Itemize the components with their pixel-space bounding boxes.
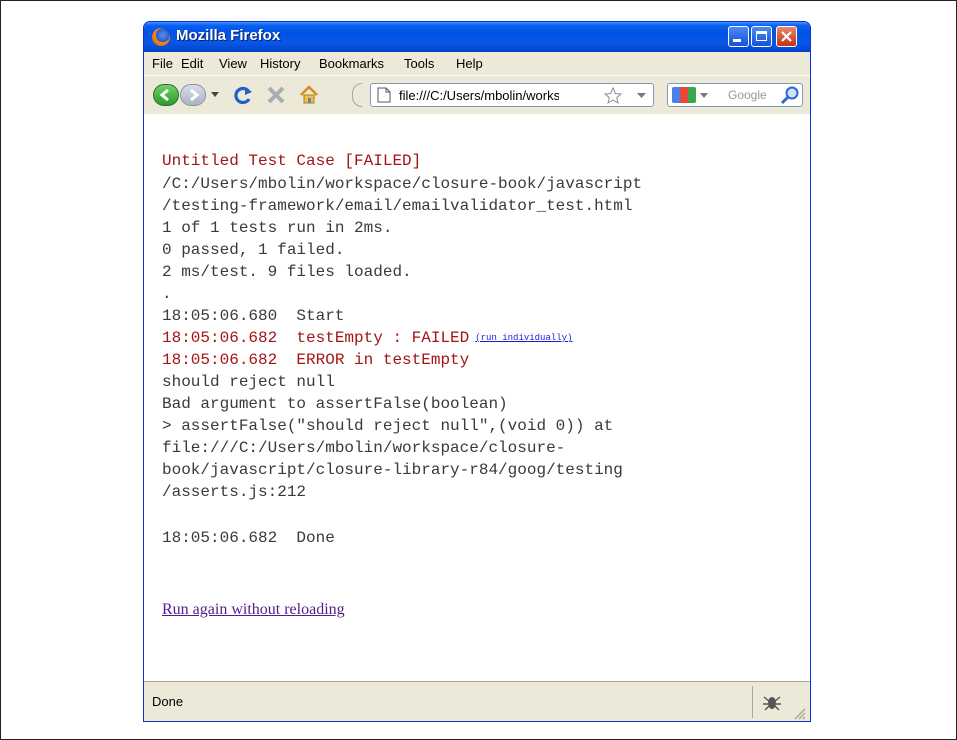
log-failed-row: 18:05:06.682 testEmpty : FAILED (run indi… [162,328,572,348]
search-icon[interactable] [780,85,800,105]
url-text[interactable]: file:///C:/Users/mbolin/workspace/closur… [399,88,559,103]
close-button[interactable] [776,26,797,47]
tests-run-line: 1 of 1 tests run in 2ms. [162,219,393,237]
menu-tools[interactable]: Tools [404,56,434,71]
error-message-3: > assertFalse("should reject null",(void… [162,417,614,435]
forward-arrow-icon [190,88,200,102]
status-separator [752,686,753,718]
error-message-5: book/javascript/closure-library-r84/goog… [162,461,623,479]
home-icon[interactable] [298,84,320,106]
forward-button[interactable] [180,84,206,106]
bug-icon[interactable] [761,692,783,712]
files-loaded-line: 2 ms/test. 9 files loaded. [162,263,412,281]
test-path-line-1: /C:/Users/mbolin/workspace/closure-book/… [162,175,643,193]
run-individually-link[interactable]: (run individually) [475,333,572,343]
test-path-line-2: /testing-framework/email/emailvalidator_… [162,197,633,215]
status-bar: Done [144,681,810,721]
error-message-1: should reject null [162,373,335,391]
back-button[interactable] [153,84,179,106]
close-icon [781,31,792,42]
search-placeholder: Google [728,88,767,102]
firefox-icon [152,28,170,46]
firefox-window: Mozilla Firefox File Edit View History B… [143,21,811,722]
maximize-button[interactable] [751,26,772,47]
log-start: 18:05:06.680 Start [162,307,345,325]
resize-grip-icon[interactable] [792,706,806,720]
error-message-2: Bad argument to assertFalse(boolean) [162,395,508,413]
run-again-link[interactable]: Run again without reloading [162,601,345,619]
engine-dropdown-icon[interactable] [700,93,708,98]
progress-dot: . [162,285,172,303]
error-message-6: /asserts.js:212 [162,483,307,501]
stop-icon[interactable] [265,85,287,105]
title-bar[interactable]: Mozilla Firefox [144,22,810,52]
history-dropdown-icon[interactable] [210,91,220,99]
menu-file[interactable]: File [152,56,173,71]
minimize-icon [733,39,741,42]
bookmark-star-icon[interactable] [603,86,623,105]
status-text: Done [152,694,184,709]
menu-bar: File Edit View History Bookmarks Tools H… [144,52,810,74]
menu-help[interactable]: Help [456,56,483,71]
minimize-button[interactable] [728,26,749,47]
navigation-toolbar: file:///C:/Users/mbolin/workspace/closur… [144,75,810,115]
back-arrow-icon [159,88,169,102]
page-icon [377,87,391,103]
url-dropdown-icon[interactable] [637,93,646,99]
menu-view[interactable]: View [219,56,247,71]
google-engine-icon[interactable] [672,87,696,103]
summary-line: 0 passed, 1 failed. [162,241,345,259]
log-done: 18:05:06.682 Done [162,529,335,547]
maximize-icon [756,31,767,41]
menu-edit[interactable]: Edit [181,56,203,71]
error-message-4: file:///C:/Users/mbolin/workspace/closur… [162,439,566,457]
menu-history[interactable]: History [260,56,300,71]
test-case-header: Untitled Test Case [FAILED] [162,152,422,170]
url-bar-cap [352,83,362,107]
url-bar[interactable]: file:///C:/Users/mbolin/workspace/closur… [370,83,654,107]
window-title: Mozilla Firefox [176,27,281,44]
page-content: Untitled Test Case [FAILED] /C:/Users/mb… [144,114,810,681]
search-box[interactable]: Google [667,83,803,107]
log-error: 18:05:06.682 ERROR in testEmpty [162,351,470,369]
log-failed: 18:05:06.682 testEmpty : FAILED [162,329,470,348]
reload-icon[interactable] [232,84,254,106]
menu-bookmarks[interactable]: Bookmarks [319,56,384,71]
